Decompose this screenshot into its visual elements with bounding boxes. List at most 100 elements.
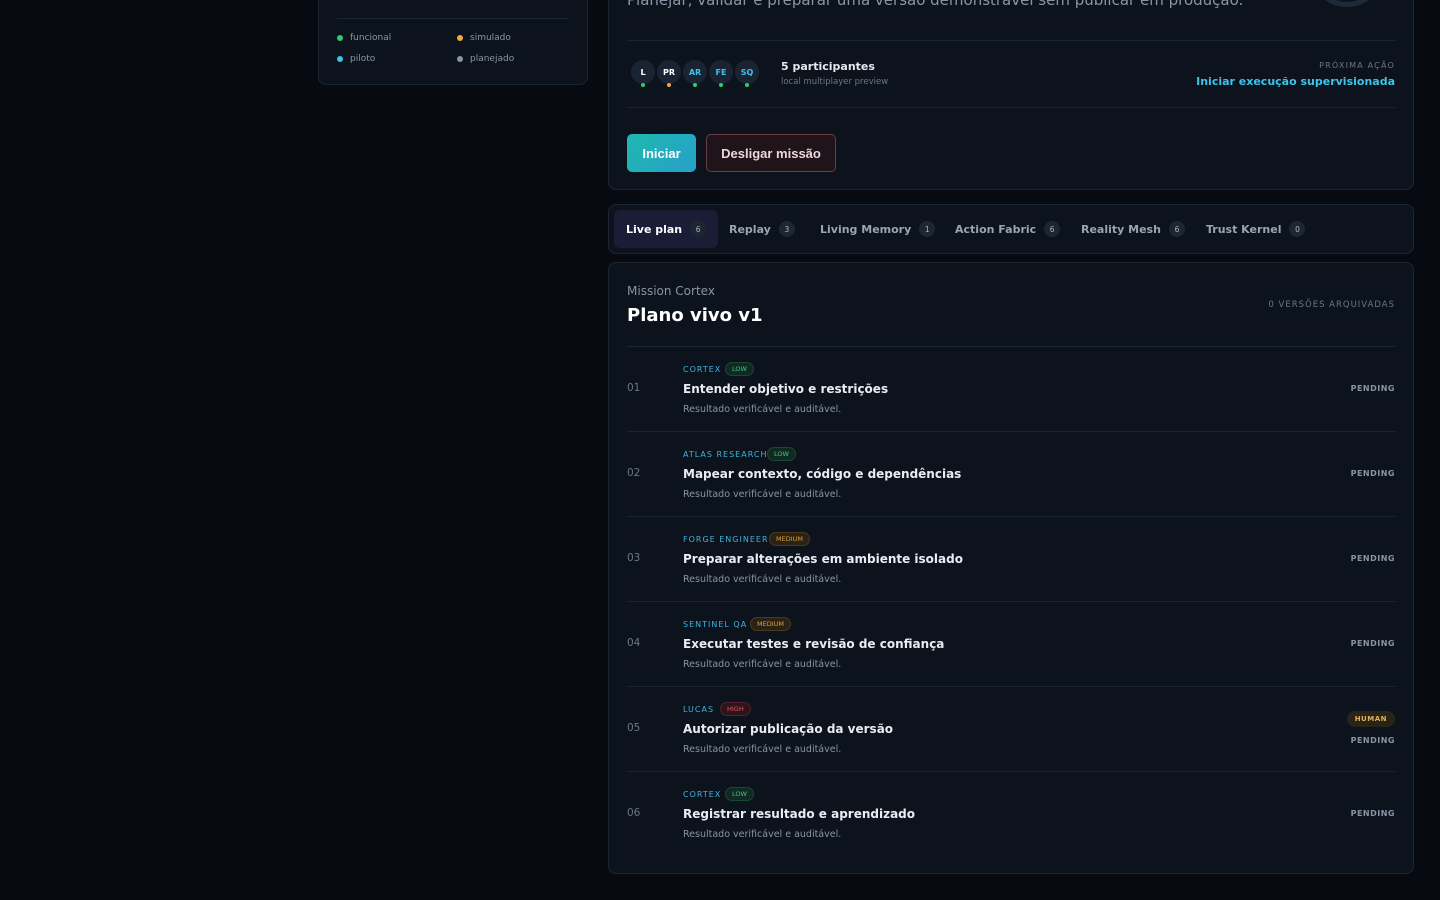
step-owner: SENTINEL QA <box>683 620 748 629</box>
tab-replay[interactable]: Replay 3 <box>717 210 807 248</box>
step-status: PENDING <box>1350 736 1395 745</box>
step-number: 05 <box>627 722 641 734</box>
legend-label: funcional <box>350 33 392 43</box>
step-title: Autorizar publicação da versão <box>683 722 894 736</box>
step-description: Resultado verificável e auditável. <box>683 489 842 500</box>
tab-count-badge: 6 <box>690 221 707 237</box>
legend-item-planejado: planejado <box>457 54 514 64</box>
plan-step[interactable]: 02 ATLAS RESEARCH LOW Mapear contexto, c… <box>627 431 1395 516</box>
presence-dot-icon <box>667 83 671 87</box>
avatar-initials: L <box>640 67 646 77</box>
tab-label: Replay <box>729 222 771 236</box>
risk-badge: LOW <box>725 787 754 801</box>
status-dot-icon <box>337 35 343 41</box>
step-owner: ATLAS RESEARCH <box>683 450 768 459</box>
mission-description: Planejar, validar e preparar uma versão … <box>627 0 1244 9</box>
step-description: Resultado verificável e auditável. <box>683 574 842 585</box>
presence-dot-icon <box>693 83 697 87</box>
risk-badge: LOW <box>725 362 754 376</box>
step-title: Registrar resultado e aprendizado <box>683 807 915 821</box>
step-title: Preparar alterações em ambiente isolado <box>683 552 963 566</box>
participant-avatars: L PR AR FE SQ <box>629 58 761 87</box>
step-number: 01 <box>627 382 641 394</box>
step-status: PENDING <box>1350 639 1395 648</box>
step-number: 04 <box>627 637 641 649</box>
plan-step[interactable]: 01 CORTEX LOW Entender objetivo e restri… <box>627 346 1395 431</box>
step-owner: CORTEX <box>683 790 722 799</box>
tab-reality-mesh[interactable]: Reality Mesh 6 <box>1069 210 1197 248</box>
step-status: PENDING <box>1350 469 1395 478</box>
page: funcional simulado piloto planejado Plan… <box>0 0 1440 900</box>
tab-trust-kernel[interactable]: Trust Kernel 0 <box>1194 210 1317 248</box>
step-status: PENDING <box>1350 809 1395 818</box>
plan-card: Mission Cortex Plano vivo v1 0 VERSÕES A… <box>608 262 1414 874</box>
legend-item-simulado: simulado <box>457 33 511 43</box>
avatar[interactable]: FE <box>707 58 735 87</box>
plan-step[interactable]: 03 FORGE ENGINEER MEDIUM Preparar altera… <box>627 516 1395 601</box>
legend-item-piloto: piloto <box>337 54 375 64</box>
legend-label: simulado <box>470 33 511 43</box>
avatar-initials: FE <box>715 67 727 77</box>
participants-count: 5 participantes <box>781 60 875 73</box>
tab-label: Living Memory <box>820 222 912 236</box>
legend-label: piloto <box>350 54 376 64</box>
step-status: PENDING <box>1350 384 1395 393</box>
avatar[interactable]: L <box>629 58 657 87</box>
tab-count-badge: 3 <box>778 221 795 237</box>
tab-live-plan[interactable]: Live plan 6 <box>614 210 719 248</box>
step-description: Resultado verificável e auditável. <box>683 659 842 670</box>
step-owner: CORTEX <box>683 365 722 374</box>
presence-dot-icon <box>719 83 723 87</box>
risk-badge: LOW <box>767 447 796 461</box>
tab-label: Action Fabric <box>955 222 1037 236</box>
step-number: 06 <box>627 807 641 819</box>
step-title: Executar testes e revisão de confiança <box>683 637 945 651</box>
tab-count-badge: 1 <box>919 221 936 237</box>
tab-action-fabric[interactable]: Action Fabric 6 <box>943 210 1072 248</box>
divider <box>627 40 1395 41</box>
tab-count-badge: 6 <box>1168 221 1185 237</box>
tab-label: Reality Mesh <box>1081 222 1161 236</box>
step-title: Mapear contexto, código e dependências <box>683 467 962 481</box>
avatar[interactable]: AR <box>681 58 709 87</box>
shutdown-mission-button[interactable]: Desligar missão <box>706 134 836 172</box>
step-owner: FORGE ENGINEER <box>683 535 769 544</box>
risk-badge: HIGH <box>720 702 751 716</box>
step-owner: LUCAS <box>683 705 715 714</box>
avatar[interactable]: PR <box>655 58 683 87</box>
plan-steps: 01 CORTEX LOW Entender objetivo e restri… <box>627 346 1395 856</box>
step-description: Resultado verificável e auditável. <box>683 744 842 755</box>
tab-count-badge: 6 <box>1044 221 1061 237</box>
risk-badge: MEDIUM <box>769 532 811 546</box>
tab-count-badge: 0 <box>1289 221 1306 237</box>
status-dot-icon <box>457 56 463 62</box>
tabs-bar: Live plan 6 Replay 3 Living Memory 1 Action… <box>608 204 1414 254</box>
tab-living-memory[interactable]: Living Memory 1 <box>808 210 947 248</box>
archived-versions[interactable]: 0 VERSÕES ARQUIVADAS <box>1268 300 1395 310</box>
human-approval-badge: HUMAN <box>1346 711 1395 727</box>
step-description: Resultado verificável e auditável. <box>683 829 842 840</box>
divider <box>627 107 1395 108</box>
avatar-initials: PR <box>662 67 676 77</box>
presence-dot-icon <box>745 83 749 87</box>
progress-ring-icon <box>1309 0 1385 7</box>
step-description: Resultado verificável e auditável. <box>683 404 842 415</box>
tab-label: Trust Kernel <box>1206 222 1282 236</box>
plan-step[interactable]: 05 LUCAS HIGH Autorizar publicação da ve… <box>627 686 1395 771</box>
legend-divider <box>337 18 569 19</box>
plan-kicker: Mission Cortex <box>627 284 715 298</box>
start-button[interactable]: Iniciar <box>627 134 696 172</box>
next-action-link[interactable]: Iniciar execução supervisionada <box>1196 75 1395 88</box>
plan-step[interactable]: 06 CORTEX LOW Registrar resultado e apre… <box>627 771 1395 856</box>
avatar[interactable]: SQ <box>733 58 761 87</box>
risk-badge: MEDIUM <box>750 617 792 631</box>
next-action-label: PRÓXIMA AÇÃO <box>1319 61 1395 70</box>
participants-subtitle: local multiplayer preview <box>781 77 889 87</box>
plan-step[interactable]: 04 SENTINEL QA MEDIUM Executar testes e … <box>627 601 1395 686</box>
avatar-initials: SQ <box>740 67 754 77</box>
step-title: Entender objetivo e restrições <box>683 382 889 396</box>
presence-dot-icon <box>641 83 645 87</box>
step-status: PENDING <box>1350 554 1395 563</box>
status-legend: funcional simulado piloto planejado <box>318 0 588 85</box>
step-number: 03 <box>627 552 641 564</box>
